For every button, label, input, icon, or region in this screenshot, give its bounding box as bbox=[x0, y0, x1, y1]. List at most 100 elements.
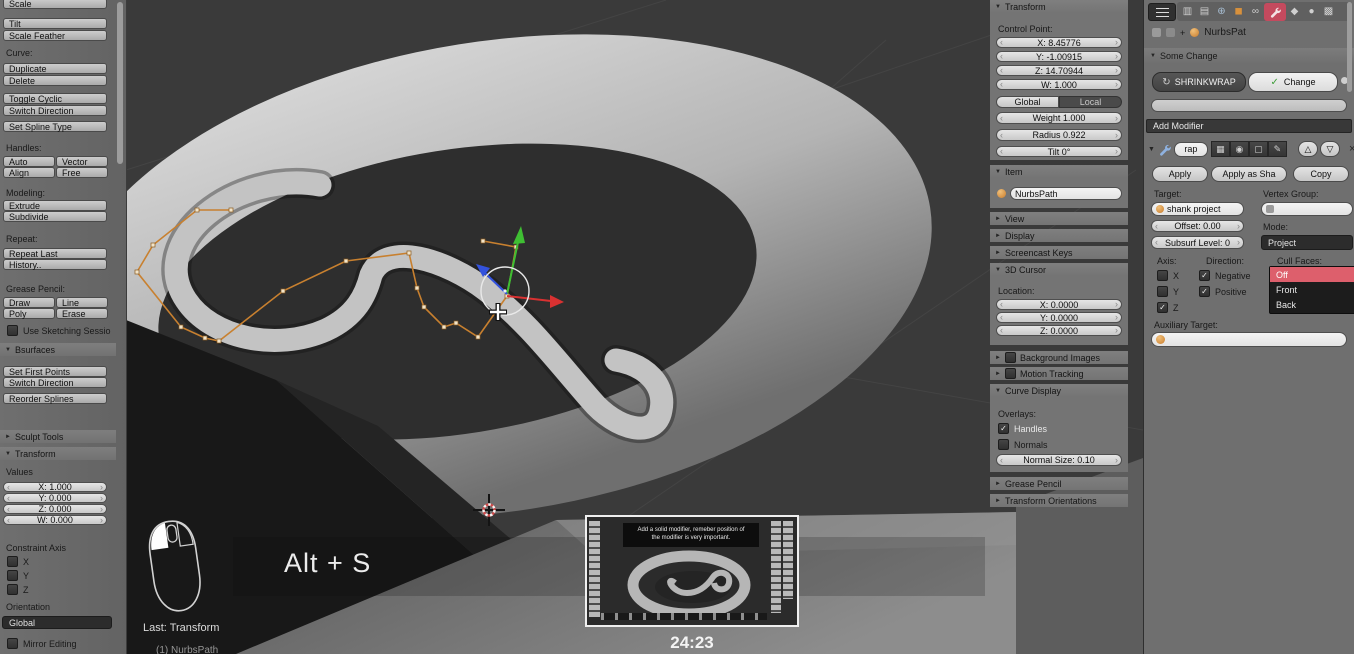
cursor-z-slider[interactable]: Z: 0.0000 bbox=[996, 325, 1122, 336]
duplicate-button[interactable]: Duplicate bbox=[3, 63, 107, 74]
target-field[interactable]: shank project bbox=[1151, 202, 1244, 216]
cursor-y-slider[interactable]: Y: 0.0000 bbox=[996, 312, 1122, 323]
checkbox-checked-icon[interactable]: ✓ bbox=[1199, 270, 1210, 281]
material-tab-icon[interactable]: ● bbox=[1303, 4, 1320, 20]
space-global-toggle[interactable]: Global bbox=[996, 96, 1059, 108]
some-change-panel-header[interactable]: ▼ Some Change bbox=[1144, 48, 1354, 63]
apply-as-shape-button[interactable]: Apply as Sha bbox=[1211, 166, 1287, 182]
toggle-cyclic-button[interactable]: Toggle Cyclic bbox=[3, 93, 107, 104]
properties-scrollbar[interactable] bbox=[1347, 2, 1352, 92]
add-modifier-dropdown[interactable]: Add Modifier bbox=[1146, 119, 1352, 133]
grease-line-button[interactable]: Line bbox=[56, 297, 108, 308]
axis-x-checkbox[interactable]: X bbox=[1157, 270, 1179, 281]
offset-slider[interactable]: Offset: 0.00 bbox=[1151, 220, 1244, 232]
video-inset[interactable]: Add a solid modifier, remeber position o… bbox=[585, 515, 799, 627]
normal-size-slider[interactable]: Normal Size: 0.10 bbox=[996, 454, 1122, 466]
move-down-icon[interactable]: ▽ bbox=[1320, 141, 1340, 157]
tilt-button[interactable]: Tilt bbox=[3, 18, 107, 29]
checkbox-checked-icon[interactable]: ✓ bbox=[998, 423, 1009, 434]
grease-poly-button[interactable]: Poly bbox=[3, 308, 55, 319]
checkbox-checked-icon[interactable]: ✓ bbox=[1199, 286, 1210, 297]
change-button[interactable]: ✓ Change bbox=[1248, 72, 1338, 92]
n-display-header[interactable]: ► Display bbox=[990, 229, 1128, 242]
direction-negative-checkbox[interactable]: ✓ Negative bbox=[1199, 270, 1251, 281]
constraint-z-checkbox[interactable]: Z bbox=[7, 584, 29, 595]
cull-option-front[interactable]: Front bbox=[1270, 282, 1354, 297]
value-y-slider[interactable]: Y: 0.000 bbox=[3, 493, 107, 503]
sculpt-tools-panel-header[interactable]: ► Sculpt Tools bbox=[0, 430, 116, 443]
n-screencast-keys-header[interactable]: ► Screencast Keys bbox=[990, 246, 1128, 259]
n-curve-display-header[interactable]: ▼ Curve Display bbox=[990, 384, 1128, 397]
subdivide-button[interactable]: Subdivide bbox=[3, 211, 107, 222]
sketching-session-checkbox[interactable]: Use Sketching Sessio bbox=[7, 325, 111, 336]
item-name-field[interactable]: NurbsPath bbox=[1010, 187, 1122, 200]
constraint-y-checkbox[interactable]: Y bbox=[7, 570, 29, 581]
chevron-down-icon[interactable]: ▼ bbox=[1148, 146, 1155, 153]
axis-z-checkbox[interactable]: ✓ Z bbox=[1157, 302, 1179, 313]
auxiliary-target-field[interactable] bbox=[1151, 332, 1347, 347]
pin-icon[interactable] bbox=[1152, 28, 1161, 37]
grease-draw-button[interactable]: Draw bbox=[3, 297, 55, 308]
object-data-tab-icon[interactable]: ◆ bbox=[1286, 4, 1303, 20]
cull-option-back[interactable]: Back bbox=[1270, 297, 1354, 312]
modifier-name-field[interactable]: rap bbox=[1174, 142, 1208, 157]
texture-tab-icon[interactable]: ▩ bbox=[1320, 4, 1337, 20]
handles-align-button[interactable]: Align bbox=[3, 167, 55, 178]
shrinkwrap-button[interactable]: ↻ SHRINKWRAP bbox=[1152, 72, 1246, 92]
space-local-toggle[interactable]: Local bbox=[1059, 96, 1122, 108]
checkbox-icon[interactable] bbox=[998, 439, 1009, 450]
weight-slider[interactable]: Weight 1.000 bbox=[996, 112, 1122, 124]
render-visibility-icon[interactable]: ▦ bbox=[1211, 141, 1230, 157]
n-grease-pencil-header[interactable]: ► Grease Pencil bbox=[990, 477, 1128, 490]
axis-y-checkbox[interactable]: Y bbox=[1157, 286, 1179, 297]
editor-type-menu[interactable] bbox=[1148, 3, 1176, 21]
bsurfaces-panel-header[interactable]: ▼ Bsurfaces bbox=[0, 343, 116, 356]
scale-feather-button[interactable]: Scale Feather bbox=[3, 30, 107, 41]
n-background-images-header[interactable]: ► Background Images bbox=[990, 351, 1128, 364]
n-3d-cursor-header[interactable]: ▼ 3D Cursor bbox=[990, 263, 1128, 276]
value-w-slider[interactable]: W: 0.000 bbox=[3, 515, 107, 525]
move-up-icon[interactable]: △ bbox=[1298, 141, 1318, 157]
n-view-header[interactable]: ► View bbox=[990, 212, 1128, 225]
render-tab-icon[interactable]: ▥ bbox=[1179, 4, 1196, 20]
context-icon[interactable] bbox=[1166, 28, 1175, 37]
scale-button[interactable]: Scale bbox=[3, 0, 107, 9]
handles-vector-button[interactable]: Vector bbox=[56, 156, 108, 167]
cp-x-slider[interactable]: X: 8.45776 bbox=[996, 37, 1122, 48]
cull-option-off[interactable]: Off bbox=[1270, 267, 1354, 282]
tilt-slider[interactable]: Tilt 0° bbox=[996, 146, 1122, 157]
subsurf-level-slider[interactable]: Subsurf Level: 0 bbox=[1151, 236, 1244, 249]
cp-w-slider[interactable]: W: 1.000 bbox=[996, 79, 1122, 90]
set-spline-type-button[interactable]: Set Spline Type bbox=[3, 121, 107, 132]
vertex-group-field[interactable] bbox=[1261, 202, 1353, 216]
extrude-button[interactable]: Extrude bbox=[3, 200, 107, 211]
world-tab-icon[interactable]: ⊕ bbox=[1213, 4, 1230, 20]
n-motion-tracking-header[interactable]: ► Motion Tracking bbox=[990, 367, 1128, 380]
delete-button[interactable]: Delete bbox=[3, 75, 107, 86]
radius-slider[interactable]: Radius 0.922 bbox=[996, 129, 1122, 141]
viewport-visibility-icon[interactable]: ◉ bbox=[1230, 141, 1249, 157]
value-z-slider[interactable]: Z: 0.000 bbox=[3, 504, 107, 514]
checkbox-icon[interactable] bbox=[7, 570, 18, 581]
constraints-tab-icon[interactable]: ∞ bbox=[1247, 4, 1264, 20]
value-x-slider[interactable]: X: 1.000 bbox=[3, 482, 107, 492]
scene-tab-icon[interactable]: ▤ bbox=[1196, 4, 1213, 20]
checkbox-checked-icon[interactable]: ✓ bbox=[1157, 302, 1168, 313]
checkbox-icon[interactable] bbox=[7, 556, 18, 567]
handles-auto-button[interactable]: Auto bbox=[3, 156, 55, 167]
mirror-editing-checkbox[interactable]: Mirror Editing bbox=[7, 638, 77, 649]
orientation-dropdown[interactable]: Global bbox=[2, 616, 112, 629]
modifiers-tab-icon[interactable] bbox=[1264, 3, 1286, 21]
empty-selector-field[interactable] bbox=[1151, 99, 1347, 112]
checkbox-icon[interactable] bbox=[7, 638, 18, 649]
switch-direction-button[interactable]: Switch Direction bbox=[3, 105, 107, 116]
switch-direction2-button[interactable]: Switch Direction bbox=[3, 377, 107, 388]
transform-panel-header[interactable]: ▼ Transform bbox=[0, 447, 116, 460]
copy-button[interactable]: Copy bbox=[1293, 166, 1349, 182]
checkbox-icon[interactable] bbox=[7, 325, 18, 336]
tool-shelf-scrollbar[interactable] bbox=[117, 2, 123, 164]
n-transform-header[interactable]: ▼ Transform bbox=[990, 0, 1128, 13]
normals-checkbox[interactable]: Normals bbox=[998, 439, 1048, 450]
checkbox-icon[interactable] bbox=[1005, 368, 1016, 379]
grease-erase-button[interactable]: Erase bbox=[56, 308, 108, 319]
